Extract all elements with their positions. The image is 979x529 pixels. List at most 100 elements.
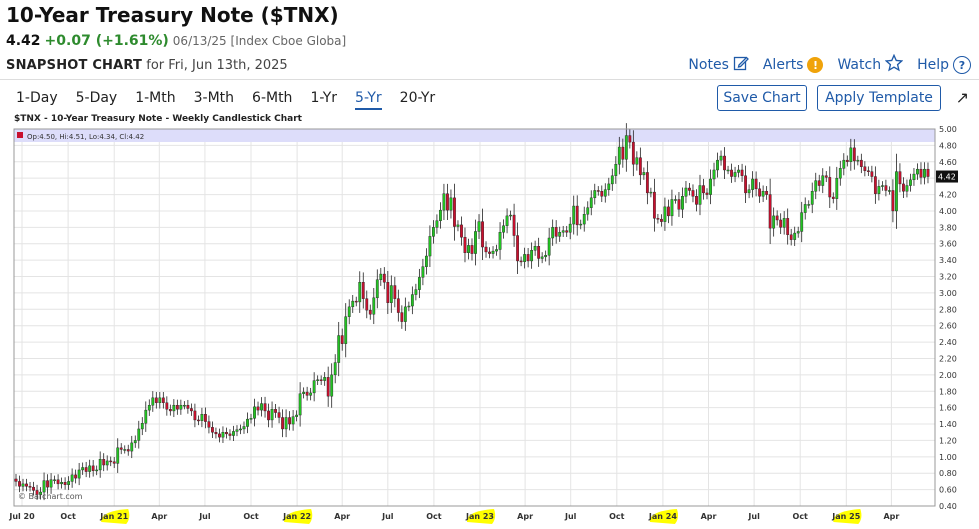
candle-body — [400, 312, 404, 322]
candle-body — [288, 417, 291, 425]
legend-band — [14, 129, 935, 142]
candle-body — [312, 380, 316, 394]
candle-body — [814, 180, 818, 192]
candle-body — [147, 404, 151, 411]
candle-body — [610, 175, 614, 185]
legend-swatch — [17, 132, 23, 138]
candle-body — [453, 197, 456, 227]
candle-body — [77, 469, 81, 479]
candle-body — [372, 297, 376, 315]
candle-body — [60, 482, 64, 485]
candle-body — [63, 482, 67, 485]
candle-body — [516, 235, 519, 262]
candle-body — [151, 397, 155, 406]
candle-body — [649, 191, 653, 194]
candle-body — [912, 173, 916, 181]
candle-body — [410, 294, 414, 307]
candle-body — [923, 168, 926, 178]
candle-body — [561, 230, 565, 233]
candle-body — [407, 305, 411, 308]
candle-body — [81, 467, 85, 471]
candle-body — [319, 379, 323, 381]
candle-body — [140, 423, 144, 430]
candle-body — [49, 479, 53, 488]
candle-body — [670, 199, 674, 217]
candle-body — [751, 178, 755, 190]
candle-body — [600, 191, 604, 197]
candle-body — [260, 403, 263, 411]
candle-body — [109, 460, 113, 463]
candle-body — [70, 474, 74, 482]
candle-body — [88, 465, 92, 472]
x-tick-label: Jul — [747, 512, 760, 521]
candle-body — [119, 447, 123, 450]
x-tick-label: Oct — [60, 512, 76, 521]
x-tick-label: Jan 24 — [648, 512, 677, 521]
candle-body — [631, 141, 635, 165]
candle-body — [25, 483, 28, 487]
candle-body — [838, 168, 842, 179]
candle-body — [919, 168, 923, 178]
chart-grid — [14, 128, 935, 507]
candle-body — [323, 377, 327, 381]
y-axis: 0.40 0.60 0.80 1.00 1.20 1.40 1.60 1.80 2.00 2.20… — [936, 125, 958, 511]
candle-body — [656, 218, 660, 220]
candle-body — [888, 190, 891, 192]
candle-body — [267, 410, 270, 421]
candle-body — [393, 285, 397, 299]
candle-body — [845, 159, 849, 162]
candle-body — [130, 442, 134, 452]
candle-body — [824, 175, 828, 178]
candle-body — [484, 246, 488, 253]
candle-body — [796, 231, 800, 234]
candle-body — [544, 255, 548, 258]
candle-body — [877, 186, 881, 194]
candle-body — [442, 193, 446, 211]
candle-body — [712, 169, 716, 180]
candle-body — [235, 429, 239, 432]
candle-body — [253, 406, 256, 419]
candle-body — [218, 433, 221, 438]
candle-body — [32, 486, 35, 491]
candle-body — [277, 412, 281, 418]
candle-body — [523, 254, 527, 262]
candle-body — [495, 249, 498, 252]
candle-body — [281, 417, 284, 430]
candle-body — [175, 404, 179, 410]
y-tick-label: 4.80 — [939, 141, 957, 150]
y-tick-label: 2.80 — [939, 305, 957, 314]
candle-body — [189, 408, 193, 412]
candle-body — [761, 191, 765, 197]
candle-body — [691, 190, 695, 197]
candle-body — [565, 230, 569, 233]
y-tick-label: 3.60 — [939, 240, 957, 249]
candle-body — [417, 277, 421, 290]
candle-body — [540, 256, 544, 259]
last-price-label: 4.42 — [938, 173, 956, 182]
candle-body — [102, 459, 106, 466]
candle-body — [403, 306, 407, 322]
candle-body — [211, 427, 214, 433]
candle-body — [344, 316, 348, 344]
candle-body — [291, 416, 295, 425]
candle-body — [361, 282, 365, 299]
candle-body — [200, 414, 204, 421]
candle-body — [505, 215, 509, 226]
candle-body — [607, 183, 611, 190]
candle-body — [695, 196, 698, 205]
y-tick-label: 0.80 — [939, 469, 957, 478]
candle-body — [586, 207, 590, 215]
candle-body — [635, 157, 639, 165]
candle-body — [674, 199, 677, 201]
candle-body — [274, 409, 277, 413]
candle-body — [326, 377, 330, 397]
candle-body — [126, 449, 130, 452]
candle-body — [242, 426, 246, 430]
candle-body — [842, 159, 846, 169]
candle-body — [652, 191, 656, 219]
candle-body — [309, 392, 313, 396]
candle-body — [91, 465, 95, 471]
candle-body — [347, 306, 351, 317]
x-tick-label: Jan 25 — [831, 512, 860, 521]
candle-body — [772, 215, 776, 229]
